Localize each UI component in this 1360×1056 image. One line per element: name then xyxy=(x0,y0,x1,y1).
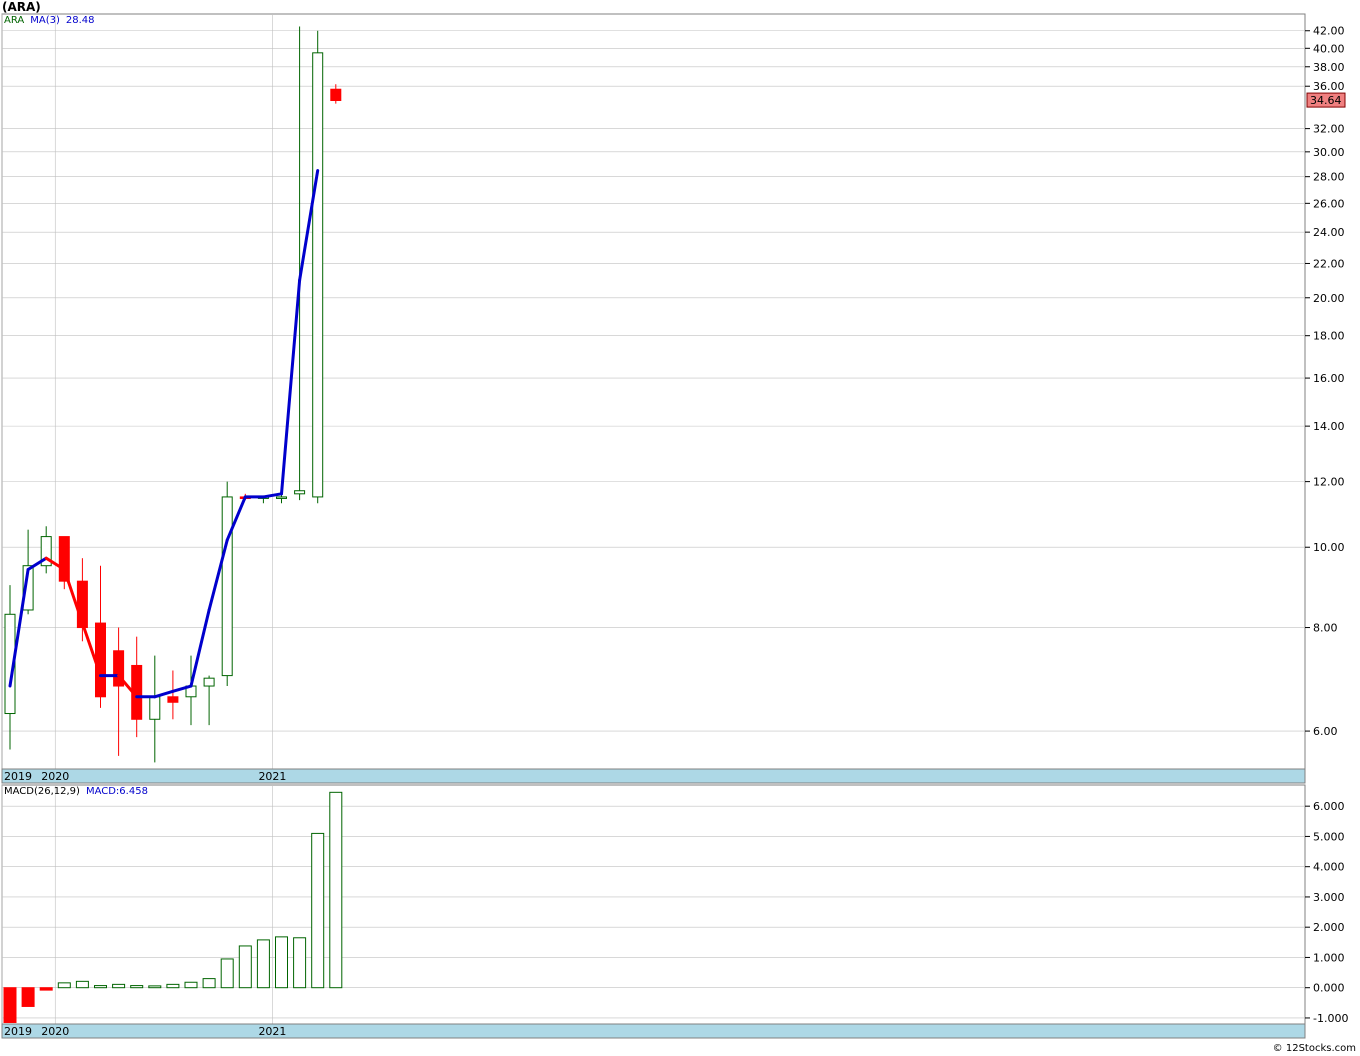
price-legend: ARA MA(3) 28.48 xyxy=(4,15,101,26)
macd-tick-label: 1.000 xyxy=(1313,951,1345,964)
macd-tick-label: -1.000 xyxy=(1313,1012,1348,1025)
candle-body xyxy=(58,536,70,582)
candle-body xyxy=(203,677,215,687)
chart-title: (ARA) xyxy=(2,0,41,14)
price-tick-label: 6.00 xyxy=(1313,725,1338,738)
legend-ma-value: 28.48 xyxy=(65,15,95,26)
legend-ma-label: MA(3) xyxy=(30,15,60,26)
macd-bar xyxy=(256,939,270,989)
macd-bar xyxy=(220,958,234,989)
macd-tick-label: 4.000 xyxy=(1313,861,1345,874)
price-tick-label: 36.00 xyxy=(1313,80,1345,93)
chart-canvas: 6.00 8.00 10.00 12.00 14.00 16.00 18.00 20.00 22… xyxy=(1,13,1348,1039)
macd-xaxis-band xyxy=(1,1023,1306,1039)
macd-bar xyxy=(148,985,162,989)
macd-tick-label: 0.000 xyxy=(1313,982,1345,995)
legend-macd-label: MACD(26,12,9) xyxy=(4,786,80,797)
macd-bar xyxy=(75,980,89,989)
price-tick-label: 26.00 xyxy=(1313,197,1345,210)
macd-bar xyxy=(166,983,180,989)
macd-bar xyxy=(3,987,17,1023)
price-xaxis-band xyxy=(1,768,1306,784)
candle-body xyxy=(330,88,342,101)
price-tick-label: 14.00 xyxy=(1313,420,1345,433)
candle-body xyxy=(294,490,306,495)
macd-tick-label: 6.000 xyxy=(1313,800,1345,813)
price-tick-label: 10.00 xyxy=(1313,541,1345,554)
macd-xaxis-label: 2021 xyxy=(258,1025,286,1038)
macd-bar xyxy=(21,987,35,1007)
macd-bar xyxy=(329,791,343,989)
macd-xaxis-label: 2020 xyxy=(41,1025,69,1038)
legend-macd-value: MACD:6.458 xyxy=(85,786,148,797)
price-tick-label: 30.00 xyxy=(1313,146,1345,159)
price-tick-label: 8.00 xyxy=(1313,622,1338,635)
candle-body xyxy=(221,496,233,677)
macd-tick-label: 5.000 xyxy=(1313,830,1345,843)
macd-bar xyxy=(130,985,144,989)
macd-tick-label: 3.000 xyxy=(1313,891,1345,904)
macd-bar xyxy=(184,981,198,989)
price-tick-label: 18.00 xyxy=(1313,330,1345,343)
macd-bar xyxy=(202,978,216,989)
last-price-badge-text: 34.64 xyxy=(1310,94,1342,107)
price-tick-label: 12.00 xyxy=(1313,476,1345,489)
price-xaxis-label: 2021 xyxy=(258,770,286,783)
price-tick-label: 24.00 xyxy=(1313,226,1345,239)
price-tick-label: 38.00 xyxy=(1313,61,1345,74)
macd-bar xyxy=(39,987,53,991)
legend-symbol: ARA xyxy=(4,15,25,26)
macd-bar xyxy=(311,832,325,989)
price-tick-label: 16.00 xyxy=(1313,372,1345,385)
candle-body xyxy=(312,52,324,498)
price-xaxis-label: 2019 xyxy=(4,770,32,783)
macd-bar xyxy=(238,945,252,989)
macd-tick-label: 2.000 xyxy=(1313,921,1345,934)
candle-body xyxy=(276,496,287,499)
price-tick-label: 42.00 xyxy=(1313,25,1345,38)
price-xaxis-label: 2020 xyxy=(41,770,69,783)
candle-body xyxy=(95,622,106,698)
price-tick-label: 28.00 xyxy=(1313,171,1345,184)
macd-bar xyxy=(293,937,307,989)
macd-bar xyxy=(275,936,288,989)
price-tick-label: 32.00 xyxy=(1313,123,1345,136)
candle-body xyxy=(167,696,179,703)
macd-bar xyxy=(57,982,71,989)
macd-legend: MACD(26,12,9) MACD:6.458 xyxy=(4,786,154,797)
macd-xaxis-label: 2019 xyxy=(4,1025,32,1038)
candle-body xyxy=(149,696,161,720)
footer-credit: © 12Stocks.com xyxy=(1272,1043,1356,1054)
macd-bar xyxy=(112,983,126,989)
macd-bar xyxy=(94,985,107,989)
price-tick-label: 20.00 xyxy=(1313,292,1345,305)
price-tick-label: 22.00 xyxy=(1313,257,1345,270)
price-tick-label: 40.00 xyxy=(1313,42,1345,55)
